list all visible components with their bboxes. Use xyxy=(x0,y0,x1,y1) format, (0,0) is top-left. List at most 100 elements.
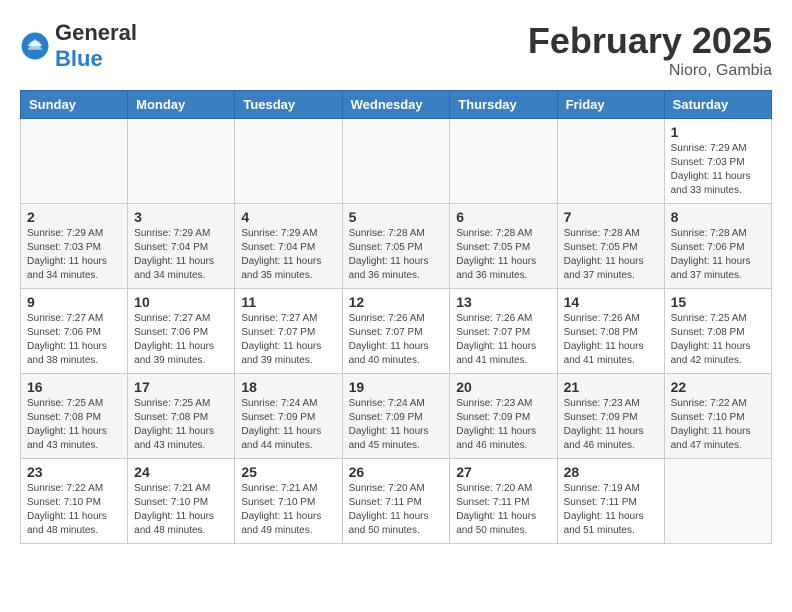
day-info: Sunrise: 7:28 AM Sunset: 7:05 PM Dayligh… xyxy=(564,227,658,283)
logo-blue: Blue xyxy=(55,46,137,72)
day-number: 11 xyxy=(241,294,335,310)
logo-general: General xyxy=(55,20,137,46)
calendar-day-cell: 2 Sunrise: 7:29 AM Sunset: 7:03 PM Daylig… xyxy=(21,204,128,289)
title-block: February 2025 Nioro, Gambia xyxy=(528,20,772,80)
calendar-day-cell: 27 Sunrise: 7:20 AM Sunset: 7:11 PM Dayli… xyxy=(450,459,557,544)
calendar-day-header: Wednesday xyxy=(342,91,450,119)
day-number: 24 xyxy=(134,464,228,480)
day-number: 19 xyxy=(349,379,444,395)
calendar-day-header: Saturday xyxy=(664,91,771,119)
calendar-day-cell: 8 Sunrise: 7:28 AM Sunset: 7:06 PM Daylig… xyxy=(664,204,771,289)
day-number: 18 xyxy=(241,379,335,395)
logo: General Blue xyxy=(20,20,137,72)
day-info: Sunrise: 7:21 AM Sunset: 7:10 PM Dayligh… xyxy=(134,482,228,538)
calendar-day-header: Sunday xyxy=(21,91,128,119)
calendar-day-cell: 24 Sunrise: 7:21 AM Sunset: 7:10 PM Dayli… xyxy=(128,459,235,544)
calendar-week-row: 9 Sunrise: 7:27 AM Sunset: 7:06 PM Daylig… xyxy=(21,289,772,374)
calendar-day-cell xyxy=(128,119,235,204)
day-info: Sunrise: 7:21 AM Sunset: 7:10 PM Dayligh… xyxy=(241,482,335,538)
calendar-day-cell: 10 Sunrise: 7:27 AM Sunset: 7:06 PM Dayli… xyxy=(128,289,235,374)
day-number: 26 xyxy=(349,464,444,480)
calendar-day-cell: 13 Sunrise: 7:26 AM Sunset: 7:07 PM Dayli… xyxy=(450,289,557,374)
day-info: Sunrise: 7:29 AM Sunset: 7:04 PM Dayligh… xyxy=(134,227,228,283)
day-number: 10 xyxy=(134,294,228,310)
calendar-day-cell: 12 Sunrise: 7:26 AM Sunset: 7:07 PM Dayli… xyxy=(342,289,450,374)
day-info: Sunrise: 7:25 AM Sunset: 7:08 PM Dayligh… xyxy=(134,397,228,453)
day-info: Sunrise: 7:29 AM Sunset: 7:03 PM Dayligh… xyxy=(671,142,765,198)
day-number: 21 xyxy=(564,379,658,395)
calendar-day-cell: 25 Sunrise: 7:21 AM Sunset: 7:10 PM Dayli… xyxy=(235,459,342,544)
calendar-day-cell xyxy=(557,119,664,204)
day-number: 5 xyxy=(349,209,444,225)
day-number: 12 xyxy=(349,294,444,310)
day-info: Sunrise: 7:29 AM Sunset: 7:03 PM Dayligh… xyxy=(27,227,121,283)
calendar-day-cell: 6Sunrise: 7:28 AM Sunset: 7:05 PM Daylig… xyxy=(450,204,557,289)
day-number: 25 xyxy=(241,464,335,480)
day-info: Sunrise: 7:28 AM Sunset: 7:05 PM Dayligh… xyxy=(456,227,550,283)
calendar-day-cell: 3 Sunrise: 7:29 AM Sunset: 7:04 PM Daylig… xyxy=(128,204,235,289)
day-info: Sunrise: 7:25 AM Sunset: 7:08 PM Dayligh… xyxy=(27,397,121,453)
calendar-day-cell: 7Sunrise: 7:28 AM Sunset: 7:05 PM Daylig… xyxy=(557,204,664,289)
day-number: 13 xyxy=(456,294,550,310)
calendar-week-row: 16Sunrise: 7:25 AM Sunset: 7:08 PM Dayli… xyxy=(21,374,772,459)
day-info: Sunrise: 7:25 AM Sunset: 7:08 PM Dayligh… xyxy=(671,312,765,368)
day-info: Sunrise: 7:27 AM Sunset: 7:06 PM Dayligh… xyxy=(27,312,121,368)
day-info: Sunrise: 7:23 AM Sunset: 7:09 PM Dayligh… xyxy=(564,397,658,453)
page-header: General Blue February 2025 Nioro, Gambia xyxy=(20,20,772,80)
calendar-day-cell: 16Sunrise: 7:25 AM Sunset: 7:08 PM Dayli… xyxy=(21,374,128,459)
calendar-week-row: 23 Sunrise: 7:22 AM Sunset: 7:10 PM Dayli… xyxy=(21,459,772,544)
calendar-day-cell: 19 Sunrise: 7:24 AM Sunset: 7:09 PM Dayli… xyxy=(342,374,450,459)
day-info: Sunrise: 7:22 AM Sunset: 7:10 PM Dayligh… xyxy=(27,482,121,538)
calendar-day-cell xyxy=(342,119,450,204)
calendar-day-header: Tuesday xyxy=(235,91,342,119)
calendar-day-cell: 5 Sunrise: 7:28 AM Sunset: 7:05 PM Daylig… xyxy=(342,204,450,289)
calendar-day-cell: 17 Sunrise: 7:25 AM Sunset: 7:08 PM Dayli… xyxy=(128,374,235,459)
day-info: Sunrise: 7:26 AM Sunset: 7:07 PM Dayligh… xyxy=(456,312,550,368)
day-number: 27 xyxy=(456,464,550,480)
day-info: Sunrise: 7:24 AM Sunset: 7:09 PM Dayligh… xyxy=(349,397,444,453)
day-info: Sunrise: 7:24 AM Sunset: 7:09 PM Dayligh… xyxy=(241,397,335,453)
calendar-day-cell: 14Sunrise: 7:26 AM Sunset: 7:08 PM Dayli… xyxy=(557,289,664,374)
calendar-day-cell: 4Sunrise: 7:29 AM Sunset: 7:04 PM Daylig… xyxy=(235,204,342,289)
day-number: 23 xyxy=(27,464,121,480)
calendar-day-cell xyxy=(21,119,128,204)
day-number: 28 xyxy=(564,464,658,480)
day-number: 15 xyxy=(671,294,765,310)
calendar-day-cell: 1 Sunrise: 7:29 AM Sunset: 7:03 PM Daylig… xyxy=(664,119,771,204)
calendar-day-header: Thursday xyxy=(450,91,557,119)
day-info: Sunrise: 7:20 AM Sunset: 7:11 PM Dayligh… xyxy=(456,482,550,538)
day-info: Sunrise: 7:28 AM Sunset: 7:06 PM Dayligh… xyxy=(671,227,765,283)
day-info: Sunrise: 7:27 AM Sunset: 7:06 PM Dayligh… xyxy=(134,312,228,368)
calendar-day-cell: 28 Sunrise: 7:19 AM Sunset: 7:11 PM Dayli… xyxy=(557,459,664,544)
day-info: Sunrise: 7:27 AM Sunset: 7:07 PM Dayligh… xyxy=(241,312,335,368)
day-info: Sunrise: 7:19 AM Sunset: 7:11 PM Dayligh… xyxy=(564,482,658,538)
calendar-week-row: 1 Sunrise: 7:29 AM Sunset: 7:03 PM Daylig… xyxy=(21,119,772,204)
calendar-table: SundayMondayTuesdayWednesdayThursdayFrid… xyxy=(20,90,772,544)
calendar-day-cell: 26 Sunrise: 7:20 AM Sunset: 7:11 PM Dayli… xyxy=(342,459,450,544)
calendar-day-cell xyxy=(664,459,771,544)
calendar-week-row: 2 Sunrise: 7:29 AM Sunset: 7:03 PM Daylig… xyxy=(21,204,772,289)
calendar-day-cell: 11 Sunrise: 7:27 AM Sunset: 7:07 PM Dayli… xyxy=(235,289,342,374)
day-info: Sunrise: 7:26 AM Sunset: 7:07 PM Dayligh… xyxy=(349,312,444,368)
day-number: 17 xyxy=(134,379,228,395)
day-number: 3 xyxy=(134,209,228,225)
day-number: 2 xyxy=(27,209,121,225)
logo-text: General Blue xyxy=(55,20,137,72)
day-number: 22 xyxy=(671,379,765,395)
calendar-day-cell: 18 Sunrise: 7:24 AM Sunset: 7:09 PM Dayli… xyxy=(235,374,342,459)
month-title: February 2025 xyxy=(528,20,772,62)
calendar-header-row: SundayMondayTuesdayWednesdayThursdayFrid… xyxy=(21,91,772,119)
day-number: 9 xyxy=(27,294,121,310)
day-info: Sunrise: 7:28 AM Sunset: 7:05 PM Dayligh… xyxy=(349,227,444,283)
logo-icon xyxy=(20,31,50,61)
calendar-day-cell xyxy=(235,119,342,204)
calendar-day-cell: 21 Sunrise: 7:23 AM Sunset: 7:09 PM Dayli… xyxy=(557,374,664,459)
day-number: 8 xyxy=(671,209,765,225)
day-info: Sunrise: 7:26 AM Sunset: 7:08 PM Dayligh… xyxy=(564,312,658,368)
calendar-day-cell: 22Sunrise: 7:22 AM Sunset: 7:10 PM Dayli… xyxy=(664,374,771,459)
day-number: 20 xyxy=(456,379,550,395)
day-number: 1 xyxy=(671,124,765,140)
day-info: Sunrise: 7:20 AM Sunset: 7:11 PM Dayligh… xyxy=(349,482,444,538)
calendar-day-cell: 9 Sunrise: 7:27 AM Sunset: 7:06 PM Daylig… xyxy=(21,289,128,374)
calendar-day-header: Friday xyxy=(557,91,664,119)
